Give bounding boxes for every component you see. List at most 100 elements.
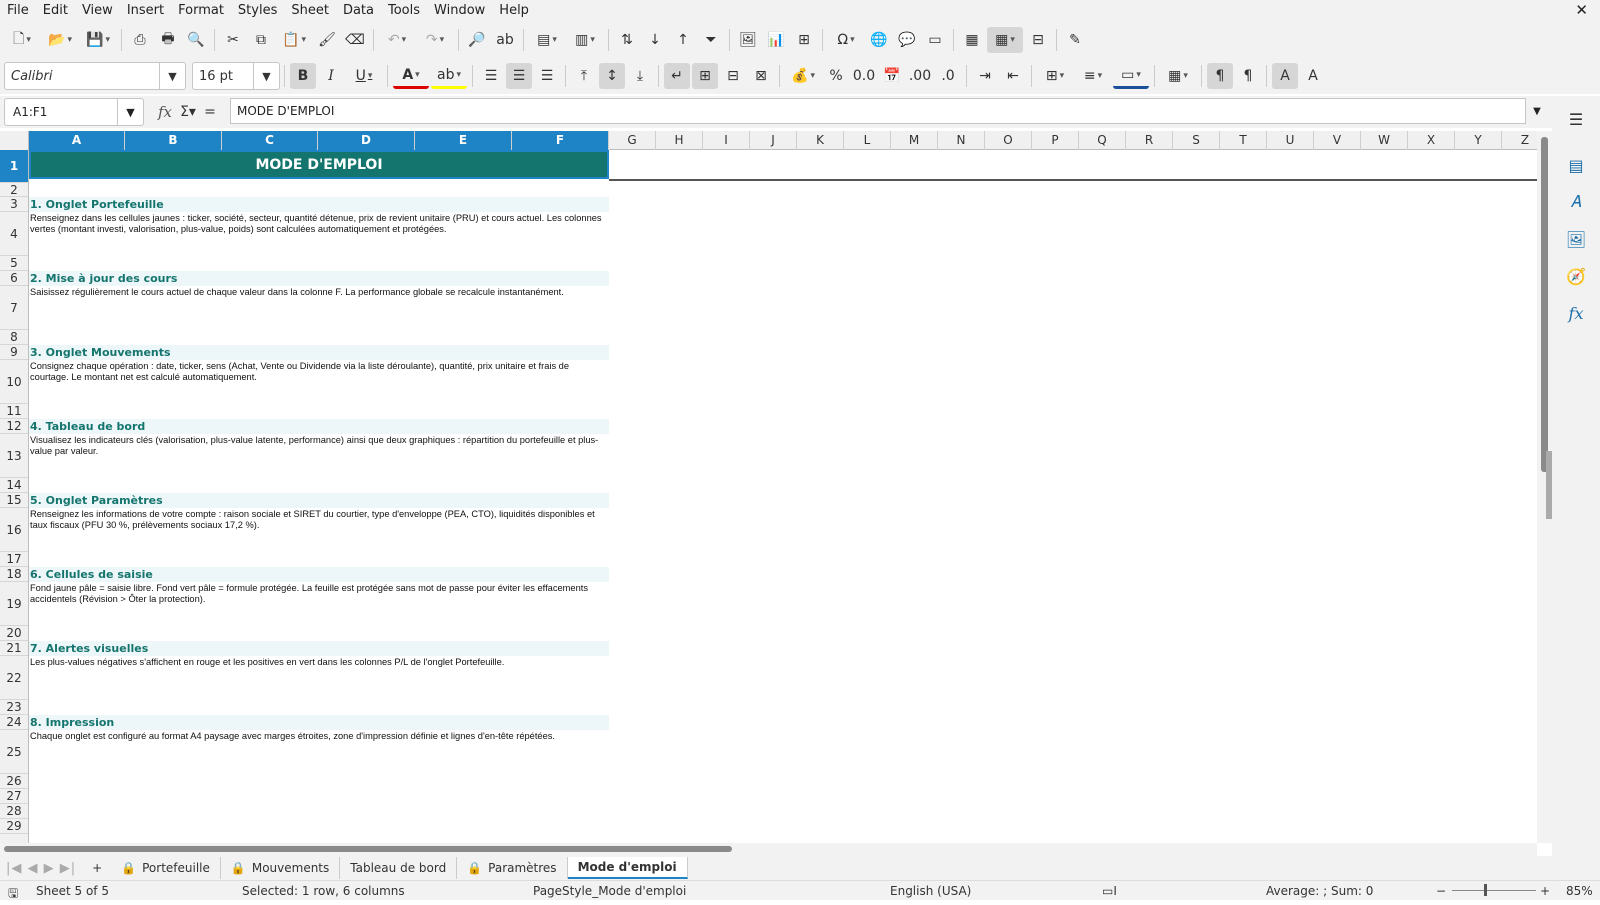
open-icon[interactable]: 📂	[42, 27, 78, 53]
section-text[interactable]: Renseignez les informations de votre com…	[29, 509, 609, 531]
column-header-h[interactable]: H	[656, 131, 703, 150]
menu-file[interactable]: File	[0, 0, 36, 22]
align-bottom-icon[interactable]: ⤓	[627, 63, 653, 89]
column-header-l[interactable]: L	[844, 131, 891, 150]
tab-navigation-arrows[interactable]: |◀ ◀ ▶ ▶|	[6, 861, 76, 876]
column-header-k[interactable]: K	[797, 131, 844, 150]
menu-data[interactable]: Data	[336, 0, 381, 22]
bold-icon[interactable]: B	[290, 63, 316, 89]
row-header-20[interactable]: 20	[0, 626, 28, 641]
section-heading[interactable]: 1. Onglet Portefeuille	[29, 197, 609, 212]
column-header-v[interactable]: V	[1314, 131, 1361, 150]
formula-icon[interactable]: =	[201, 99, 219, 125]
row-header-25[interactable]: 25	[0, 730, 28, 774]
clear-formatting-icon[interactable]: ⌫	[342, 27, 368, 53]
section-heading[interactable]: 3. Onglet Mouvements	[29, 345, 609, 360]
column-header-a[interactable]: A	[29, 131, 125, 150]
copy-icon[interactable]: ⧉	[248, 27, 274, 53]
section-heading[interactable]: 7. Alertes visuelles	[29, 641, 609, 656]
column-header-r[interactable]: R	[1126, 131, 1173, 150]
zoom-slider[interactable]	[1452, 890, 1536, 891]
font-size-combo[interactable]: 16 pt ▼	[192, 62, 280, 90]
row-header-4[interactable]: 4	[0, 212, 28, 256]
align-top-icon[interactable]: ⤒	[571, 63, 597, 89]
row-header-24[interactable]: 24	[0, 715, 28, 730]
section-text[interactable]: Saisissez régulièrement le cours actuel …	[29, 287, 609, 298]
horizontal-scrollbar[interactable]	[0, 843, 1537, 856]
row-header-29[interactable]: 29	[0, 819, 28, 834]
conditional-format-icon[interactable]: ▦	[1160, 63, 1196, 89]
row-header-11[interactable]: 11	[0, 404, 28, 419]
menu-tools[interactable]: Tools	[381, 0, 427, 22]
clone-formatting-icon[interactable]: 🖌	[314, 27, 340, 53]
section-text[interactable]: Renseignez dans les cellules jaunes : ti…	[29, 213, 609, 235]
add-decimal-icon[interactable]: .00	[907, 63, 933, 89]
find-replace-icon[interactable]: 🔎	[464, 27, 490, 53]
column-header-d[interactable]: D	[318, 131, 415, 150]
sort-ascending-icon[interactable]: ↓	[642, 27, 668, 53]
special-character-icon[interactable]: Ω	[828, 27, 864, 53]
align-left-icon[interactable]: ☰	[478, 63, 504, 89]
column-header-y[interactable]: Y	[1455, 131, 1502, 150]
merge-cells-icon[interactable]: ⊟	[720, 63, 746, 89]
sort-icon[interactable]: ⇅	[614, 27, 640, 53]
cell-area[interactable]: MODE D'EMPLOI 1. Onglet Portefeuille Rens…	[29, 150, 1537, 843]
page-style[interactable]: PageStyle_Mode d'emploi	[533, 884, 686, 898]
increase-indent-icon[interactable]: ⇥	[972, 63, 998, 89]
summary-status[interactable]: Average: ; Sum: 0	[1266, 884, 1373, 898]
font-color-icon[interactable]: A	[393, 63, 429, 89]
percent-format-icon[interactable]: %	[823, 63, 849, 89]
row-header-5[interactable]: 5	[0, 256, 28, 271]
section-heading[interactable]: 2. Mise à jour des cours	[29, 271, 609, 286]
row-icon[interactable]: ▤	[529, 27, 565, 53]
column-header-i[interactable]: I	[703, 131, 750, 150]
hyperlink-icon[interactable]: 🌐	[866, 27, 892, 53]
paste-icon[interactable]: 📋	[276, 27, 312, 53]
row-header-1[interactable]: 1	[0, 150, 28, 183]
row-header-13[interactable]: 13	[0, 434, 28, 478]
row-header-15[interactable]: 15	[0, 493, 28, 508]
row-header-18[interactable]: 18	[0, 567, 28, 582]
wrap-text-icon[interactable]: ↵	[664, 63, 690, 89]
vertical-scrollbar[interactable]	[1537, 131, 1552, 843]
print-icon[interactable]: 🖶	[155, 27, 181, 53]
row-header-9[interactable]: 9	[0, 345, 28, 360]
italic-icon[interactable]: I	[318, 63, 344, 89]
row-header-27[interactable]: 27	[0, 789, 28, 804]
text-orientation-horizontal-icon[interactable]: A	[1272, 63, 1298, 89]
underline-icon[interactable]: U	[346, 63, 382, 89]
define-print-area-icon[interactable]: ▦	[959, 27, 985, 53]
column-header-c[interactable]: C	[222, 131, 318, 150]
undo-icon[interactable]: ↶	[379, 27, 415, 53]
row-header-19[interactable]: 19	[0, 582, 28, 626]
sheet-tab[interactable]: 🔒 Mouvements	[221, 857, 341, 879]
column-header-b[interactable]: B	[125, 131, 222, 150]
chevron-down-icon[interactable]: ▼	[253, 63, 279, 89]
delete-decimal-icon[interactable]: .0	[935, 63, 961, 89]
function-wizard-icon[interactable]: fx	[158, 103, 172, 121]
section-heading[interactable]: 4. Tableau de bord	[29, 419, 609, 434]
column-header-g[interactable]: G	[609, 131, 656, 150]
sidebar-collapse-handle[interactable]	[1546, 451, 1552, 519]
merge-center-icon[interactable]: ⊞	[692, 63, 718, 89]
menu-view[interactable]: View	[75, 0, 120, 22]
scrollbar-thumb[interactable]	[4, 846, 732, 852]
freeze-rows-columns-icon[interactable]: ▦	[987, 27, 1023, 53]
column-header-t[interactable]: T	[1220, 131, 1267, 150]
row-header-10[interactable]: 10	[0, 360, 28, 404]
language[interactable]: English (USA)	[890, 884, 971, 898]
row-header-6[interactable]: 6	[0, 271, 28, 286]
export-pdf-icon[interactable]: ⎙	[127, 27, 153, 53]
section-text[interactable]: Consignez chaque opération : date, ticke…	[29, 361, 609, 383]
currency-format-icon[interactable]: 💰	[785, 63, 821, 89]
save-icon[interactable]: 💾	[80, 27, 116, 53]
borders-icon[interactable]: ⊞	[1037, 63, 1073, 89]
border-color-icon[interactable]: ▭	[1113, 63, 1149, 89]
sheet-tab[interactable]: Mode d'emploi	[567, 857, 688, 879]
highlight-color-icon[interactable]: ab	[431, 63, 467, 89]
menu-format[interactable]: Format	[171, 0, 231, 22]
formula-input[interactable]: MODE D'EMPLOI	[230, 98, 1526, 124]
cut-icon[interactable]: ✂	[220, 27, 246, 53]
row-header-28[interactable]: 28	[0, 804, 28, 819]
column-header-f[interactable]: F	[512, 131, 609, 150]
